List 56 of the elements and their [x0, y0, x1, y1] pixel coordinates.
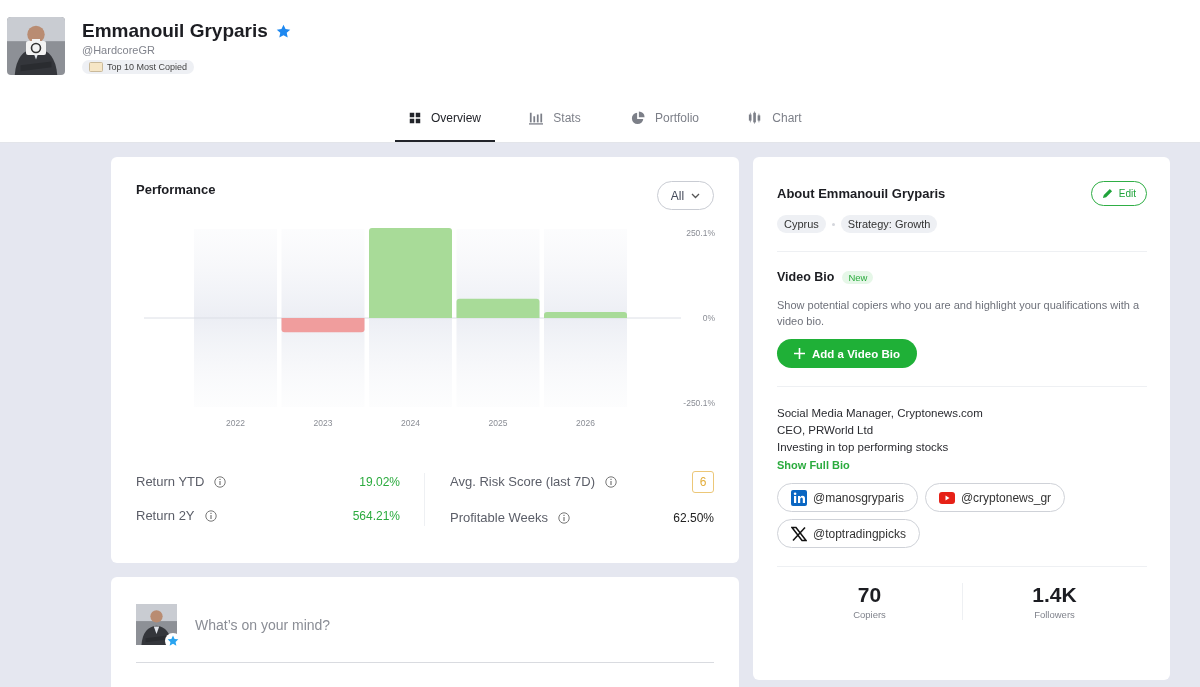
axis-label: 2025 — [488, 418, 508, 428]
axis-label: 2024 — [401, 418, 420, 428]
new-badge: New — [842, 270, 874, 284]
info-icon[interactable] — [604, 475, 617, 488]
bio-line: CEO, PRWorld Ltd — [777, 423, 875, 438]
axis-label: 2026 — [576, 418, 595, 428]
stat-value: 19.02% — [359, 474, 400, 489]
section-title: Video Bio — [777, 270, 835, 284]
axis-label: -250.1% — [683, 398, 715, 408]
axis-label: 2022 — [226, 418, 245, 428]
stat-value: 564.21% — [352, 508, 400, 523]
bio-line: Social Media Manager, Cryptonews.com — [777, 406, 984, 421]
user-name: Emmanouil Gryparis — [82, 20, 268, 42]
linkedin-icon — [791, 489, 807, 506]
user-handle: @HardcoreGR — [82, 44, 156, 56]
add-video-bio-button[interactable]: Add a Video Bio — [777, 339, 917, 368]
profile-tag: Cyprus — [777, 215, 826, 233]
camera-icon[interactable] — [25, 38, 47, 56]
stat-label: Profitable Weeks — [450, 510, 549, 525]
profile-tag: Strategy: Growth — [840, 215, 938, 233]
card-title: About Emmanouil Gryparis — [777, 186, 946, 201]
info-icon[interactable] — [204, 509, 217, 522]
pencil-icon — [1101, 188, 1113, 199]
stat-label: Avg. Risk Score (last 7D) — [450, 474, 595, 489]
count-value: 70 — [856, 583, 883, 607]
x-icon — [791, 525, 807, 542]
description-text: Show potential copiers who you are and highlight your qualifications with a video bio. — [777, 298, 1140, 329]
stat-label: Return 2Y — [136, 508, 195, 523]
bio-line: Investing in top performing stocks — [777, 440, 950, 455]
chevron-down-icon — [691, 192, 701, 199]
bar-chart-icon — [529, 110, 544, 125]
tab[interactable]: Stats — [505, 95, 605, 142]
period-dropdown[interactable]: All — [657, 181, 714, 210]
card-title: Performance — [136, 182, 216, 197]
axis-label: 2023 — [313, 418, 333, 428]
show-full-bio-link[interactable]: Show Full Bio — [777, 459, 1147, 471]
count-label: Followers — [1033, 609, 1076, 620]
achievement-badge: Top 10 Most Copied — [82, 60, 195, 74]
candlestick-icon — [748, 110, 763, 125]
axis-label: 250.1% — [686, 228, 715, 238]
count-label: Copiers — [852, 609, 887, 620]
grid-icon — [409, 110, 421, 125]
stat-label: Return YTD — [136, 474, 205, 489]
risk-score: 6 — [692, 470, 714, 493]
edit-button[interactable]: Edit — [1090, 181, 1147, 206]
tab[interactable]: Portfolio — [615, 95, 715, 142]
info-icon[interactable] — [558, 511, 571, 524]
info-icon[interactable] — [214, 475, 227, 488]
stat-value: 62.50% — [673, 510, 714, 525]
video-play-icon — [938, 489, 955, 506]
pie-chart-icon — [631, 110, 645, 125]
count-value: 1.4K — [1031, 583, 1078, 607]
axis-label: 0% — [702, 313, 715, 323]
tab[interactable]: Overview — [395, 95, 495, 142]
plus-icon — [794, 348, 805, 359]
tab[interactable]: Chart — [725, 95, 825, 142]
